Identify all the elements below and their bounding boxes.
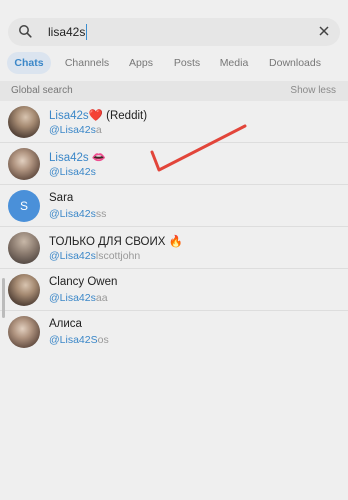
- checkmark-annotation: [150, 124, 247, 172]
- search-query: lisa42s: [48, 25, 86, 39]
- tab-chats[interactable]: Chats: [7, 52, 51, 74]
- avatar: [8, 106, 40, 138]
- show-less-button[interactable]: Show less: [290, 85, 336, 96]
- text-caret: [86, 24, 88, 40]
- list-item[interactable]: S Sara @Lisa42sss: [0, 185, 348, 227]
- tab-channels[interactable]: Channels: [60, 52, 114, 74]
- tab-posts[interactable]: Posts: [168, 52, 206, 74]
- result-username: @Lisa42slscottjohn: [49, 250, 141, 262]
- list-item[interactable]: Clancy Owen @Lisa42saa: [0, 269, 348, 311]
- tab-downloads[interactable]: Downloads: [264, 52, 326, 74]
- list-item[interactable]: ТОЛЬКО ДЛЯ СВОИХ 🔥 @Lisa42slscottjohn: [0, 227, 348, 269]
- result-username: @Lisa42sss: [49, 208, 107, 220]
- section-title: Global search: [11, 85, 73, 96]
- tab-apps[interactable]: Apps: [122, 52, 160, 74]
- search-icon: [19, 25, 32, 38]
- result-name: Lisa42s 👄: [49, 152, 107, 164]
- avatar: [8, 232, 40, 264]
- result-username: @Lisa42sa: [49, 124, 102, 136]
- close-icon[interactable]: [318, 25, 330, 37]
- result-name: Sara: [49, 192, 74, 204]
- result-name: ТОЛЬКО ДЛЯ СВОИХ 🔥: [49, 236, 183, 248]
- filter-tabs: Chats Channels Apps Posts Media Download…: [0, 52, 348, 74]
- result-username: @Lisa42saa: [49, 292, 108, 304]
- search-bar[interactable]: lisa42s: [8, 18, 340, 46]
- result-username: @Lisa42s: [49, 166, 96, 178]
- result-name: Clancy Owen: [49, 276, 118, 288]
- avatar: [8, 274, 40, 306]
- avatar: [8, 316, 40, 348]
- tab-media[interactable]: Media: [214, 52, 254, 74]
- result-username: @Lisa42Sos: [49, 334, 109, 346]
- result-name: Алиса: [49, 318, 82, 330]
- avatar: [8, 148, 40, 180]
- avatar: S: [8, 190, 40, 222]
- result-name: Lisa42s❤️ (Reddit): [49, 110, 148, 122]
- search-input[interactable]: lisa42s: [48, 24, 88, 40]
- list-item[interactable]: Алиса @Lisa42Sos: [0, 311, 348, 353]
- scroll-indicator: [2, 278, 5, 318]
- global-search-header: Global search Show less: [0, 81, 348, 101]
